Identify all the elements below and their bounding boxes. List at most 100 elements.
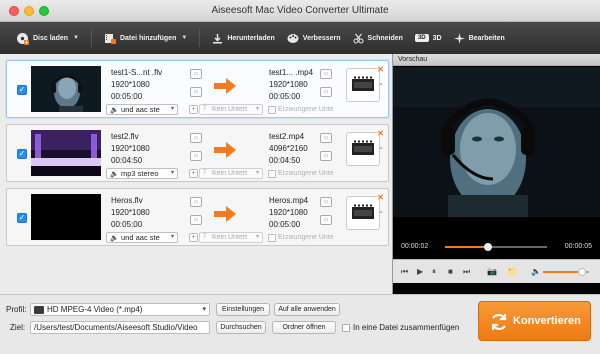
seek-bar[interactable] — [445, 243, 547, 251]
load-disc-button[interactable]: + Disc laden ▼ — [10, 22, 85, 54]
clip-segment-icon[interactable]: ▭ — [190, 197, 202, 207]
stop-icon[interactable]: ■ — [448, 267, 453, 276]
audio-track-select[interactable]: 🔈 und aac ste ▾ — [106, 232, 178, 243]
chevron-down-icon: ▾ — [255, 106, 259, 112]
source-duration: 00:05:00 — [111, 220, 143, 229]
output-edit-icon[interactable]: ▭ — [320, 87, 332, 97]
settings-button[interactable]: Einstellungen — [216, 303, 270, 316]
edit-segment-icon[interactable]: ▭ — [190, 215, 202, 225]
output-edit-icon[interactable]: ▭ — [320, 151, 332, 161]
output-format-icon[interactable] — [346, 132, 380, 166]
output-file-name[interactable]: test2.mp4 — [269, 132, 304, 141]
source-resolution: 1920*1080 — [111, 80, 150, 89]
add-subtitle-button[interactable]: + — [189, 169, 198, 178]
video-thumbnail[interactable] — [31, 194, 101, 240]
file-row[interactable]: ✓ test1-S...nt .flv 1920*1080 00:05:00 ▭… — [6, 60, 389, 118]
edit-segment-icon[interactable]: ▭ — [190, 151, 202, 161]
output-clip-icon[interactable]: ▭ — [320, 197, 332, 207]
chevron-down-icon[interactable]: ⌄ — [378, 207, 384, 215]
load-disc-label: Disc laden — [33, 34, 69, 42]
play-icon[interactable]: ▶ — [417, 267, 423, 276]
audio-track-value: und aac ste — [121, 233, 160, 242]
convert-arrow-icon — [214, 142, 236, 158]
seek-handle[interactable] — [483, 243, 492, 251]
audio-track-select[interactable]: 🔈 mp3 stereo ▾ — [106, 168, 178, 179]
merge-files-checkbox[interactable] — [342, 324, 350, 332]
enhance-label: Verbessern — [302, 34, 341, 42]
source-file-name: Heros.flv — [111, 196, 143, 205]
pause-icon[interactable]: ⏸ — [432, 267, 436, 277]
subtitle-select[interactable]: T Kein Untert ▾ — [199, 104, 263, 115]
chevron-down-icon: ▾ — [170, 106, 174, 112]
chevron-down-icon: ▾ — [255, 170, 259, 176]
video-thumbnail[interactable] — [31, 66, 101, 112]
add-file-label: Datei hinzufügen — [119, 34, 177, 42]
clip-segment-icon[interactable]: ▭ — [190, 69, 202, 79]
bottom-bar: Profil: HD MPEG-4 Video (*.mp4) ▾ Einste… — [0, 294, 600, 354]
download-button[interactable]: Herunterladen — [206, 22, 280, 54]
snapshot-icon[interactable]: 📷 — [487, 267, 497, 276]
output-format-icon[interactable] — [346, 196, 380, 230]
chevron-down-icon[interactable]: ▼ — [73, 35, 79, 41]
browse-button[interactable]: Durchsuchen — [216, 321, 266, 334]
forced-subtitle-checkbox[interactable] — [268, 106, 276, 114]
output-edit-icon[interactable]: ▭ — [320, 215, 332, 225]
output-duration: 00:05:00 — [269, 92, 301, 101]
remove-file-icon[interactable]: ✕ — [377, 193, 384, 202]
volume-handle[interactable] — [578, 268, 587, 276]
apply-all-button[interactable]: Auf alle anwenden — [274, 303, 340, 316]
add-file-button[interactable]: Datei hinzufügen ▼ — [98, 22, 193, 54]
source-file-name: test1-S...nt .flv — [111, 68, 163, 77]
subtitle-select[interactable]: T Kein Untert ▾ — [199, 232, 263, 243]
output-clip-icon[interactable]: ▭ — [320, 69, 332, 79]
clip-segment-icon[interactable]: ▭ — [190, 133, 202, 143]
volume-fill — [543, 271, 583, 273]
video-thumbnail[interactable] — [31, 130, 101, 176]
convert-button[interactable]: Konvertieren — [478, 301, 591, 341]
next-frame-icon[interactable]: ⏭ — [463, 267, 470, 277]
clip-button[interactable]: Schneiden — [347, 22, 409, 54]
remove-file-icon[interactable]: ✕ — [377, 129, 384, 138]
file-checkbox[interactable]: ✓ — [17, 149, 27, 159]
output-file-name[interactable]: Heros.mp4 — [269, 196, 308, 205]
subtitle-select[interactable]: T Kein Untert ▾ — [199, 168, 263, 179]
download-label: Herunterladen — [227, 34, 275, 42]
forced-subtitle-checkbox[interactable] — [268, 234, 276, 242]
folder-icon[interactable]: 📁 — [507, 267, 517, 276]
film-add-icon — [104, 34, 116, 44]
previous-frame-icon[interactable]: ⏮ — [401, 267, 408, 277]
edit-segment-icon[interactable]: ▭ — [190, 87, 202, 97]
output-format-icon[interactable] — [346, 68, 380, 102]
chevron-down-icon[interactable]: ▼ — [181, 35, 187, 41]
enhance-button[interactable]: Verbessern — [281, 22, 347, 54]
volume-icon[interactable]: 🔈 — [531, 267, 541, 276]
window-title: Aiseesoft Mac Video Converter Ultimate — [211, 5, 389, 16]
output-clip-icon[interactable]: ▭ — [320, 133, 332, 143]
forced-subtitle-checkbox[interactable] — [268, 170, 276, 178]
file-row[interactable]: ✓ test2.flv 1920*1080 00:04:50 ▭ ▭ test2… — [6, 124, 389, 182]
destination-path-input[interactable]: /Users/test/Documents/Aiseesoft Studio/V… — [30, 321, 210, 334]
profile-select[interactable]: HD MPEG-4 Video (*.mp4) ▾ — [30, 303, 210, 316]
chevron-down-icon[interactable]: ⌄ — [378, 79, 384, 87]
destination-label: Ziel: — [10, 323, 26, 332]
preview-video[interactable] — [393, 67, 600, 217]
toolbar-divider — [199, 29, 201, 47]
scissors-icon — [353, 33, 364, 43]
remove-file-icon[interactable]: ✕ — [377, 65, 384, 74]
add-subtitle-button[interactable]: + — [189, 105, 198, 114]
file-checkbox[interactable]: ✓ — [17, 213, 27, 223]
open-folder-button[interactable]: Ordner öffnen — [272, 321, 336, 334]
subtitle-value: Kein Untert — [212, 106, 248, 113]
audio-track-select[interactable]: 🔈 und aac ste ▾ — [106, 104, 178, 115]
add-subtitle-button[interactable]: + — [189, 233, 198, 242]
3d-button[interactable]: 3D 3D — [409, 22, 448, 54]
subtitle-icon: T — [203, 234, 207, 240]
volume-slider[interactable] — [543, 268, 589, 276]
file-row[interactable]: ✓ Heros.flv 1920*1080 00:05:00 ▭ ▭ Heros… — [6, 188, 389, 246]
svg-text:+: + — [24, 40, 28, 45]
output-file-name[interactable]: test1... .mp4 — [269, 68, 313, 77]
edit-button[interactable]: Bearbeiten — [448, 22, 511, 54]
chevron-down-icon[interactable]: ⌄ — [378, 143, 384, 151]
file-list: ✓ test1-S...nt .flv 1920*1080 00:05:00 ▭… — [0, 54, 391, 294]
file-checkbox[interactable]: ✓ — [17, 85, 27, 95]
